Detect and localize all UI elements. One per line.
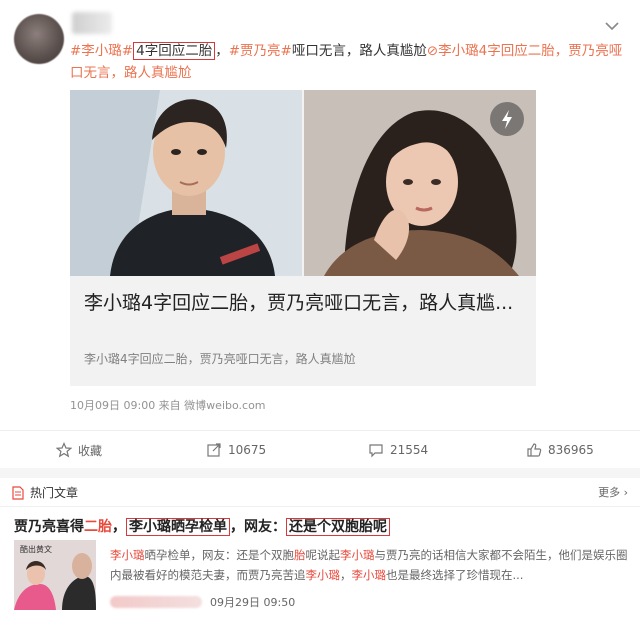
like-count: 836965	[548, 443, 594, 457]
article-title[interactable]: 贾乃亮喜得二胎， 李小璐晒孕检单 ，网友： 还是个双胞胎呢	[14, 516, 390, 536]
post-text: #李小璐# 4字回应二胎 ，#贾乃亮#哑口无言，路人真尴尬⊘李小璐4字回应二胎，贾乃…	[70, 40, 630, 84]
article-date: 09月29日 09:50	[210, 596, 296, 609]
post-meta: 10月09日 09:00 来自 微博weibo.com	[70, 399, 266, 412]
summary-highlight: 李小璐	[110, 548, 145, 562]
username-blurred[interactable]	[72, 12, 112, 34]
comment-button[interactable]: 21554	[368, 431, 428, 469]
link-card-title[interactable]: 李小璐4字回应二胎，贾乃亮哑口无言，路人真尴...	[84, 288, 524, 318]
like-button[interactable]: 836965	[526, 431, 594, 469]
summary-text: ，	[340, 568, 352, 582]
more-link[interactable]: 更多 ›	[598, 484, 628, 500]
repost-icon	[207, 443, 221, 457]
thumbs-up-icon	[527, 443, 542, 457]
repost-button[interactable]: 10675	[206, 431, 266, 469]
repost-count: 10675	[228, 443, 267, 457]
avatar[interactable]	[14, 14, 64, 64]
post-text-comma: ，	[215, 43, 229, 59]
star-icon	[56, 442, 72, 458]
hot-articles-header: 热门文章 更多 ›	[0, 478, 640, 507]
favorite-label: 收藏	[78, 443, 103, 458]
live-photo-icon[interactable]	[490, 102, 524, 136]
summary-text: 呢说起	[305, 548, 341, 562]
weibo-post-card: #李小璐# 4字回应二胎 ，#贾乃亮#哑口无言，路人真尴尬⊘李小璐4字回应二胎，贾乃…	[0, 0, 640, 468]
article-summary: 李小璐晒孕检单，网友：还是个双胞胎呢说起李小璐与贾乃亮的话相信大家都不会陌生，他…	[110, 545, 630, 585]
article-author-blurred[interactable]	[110, 596, 202, 608]
article-title-part: 贾乃亮喜得	[14, 519, 84, 535]
article-title-part: ，	[112, 519, 126, 535]
summary-highlight: 李小璐	[351, 568, 387, 582]
hashtag-li-xiaolu[interactable]: #李小璐#	[70, 43, 133, 59]
summary-highlight: 李小璐	[340, 548, 375, 562]
link-card[interactable]: 李小璐4字回应二胎，贾乃亮哑口无言，路人真尴... 李小璐4字回应二胎，贾乃亮哑…	[70, 90, 536, 386]
woman-photo	[304, 90, 536, 276]
summary-text: 也是最终选择了珍惜现在...	[386, 568, 524, 582]
chevron-down-icon[interactable]	[604, 20, 620, 32]
favorite-button[interactable]: 收藏	[56, 431, 102, 469]
summary-highlight: 胎	[294, 548, 306, 562]
comment-count: 21554	[390, 443, 429, 457]
summary-highlight: 李小璐	[305, 568, 341, 582]
summary-text: 晒孕检单，网友：还是个双胞	[144, 548, 295, 562]
article-meta: 09月29日 09:50	[110, 594, 295, 610]
comment-icon	[369, 444, 383, 458]
article-title-boxed: 李小璐晒孕检单	[126, 518, 230, 536]
thumbnail-caption: 酷出黄文	[20, 544, 52, 554]
article-title-highlight: 二胎	[84, 519, 112, 535]
hashtag-jia-nailiang[interactable]: #贾乃亮#	[229, 43, 292, 59]
link-card-subtitle: 李小璐4字回应二胎，贾乃亮哑口无言，路人真尴尬	[84, 352, 356, 366]
post-text-plain: 哑口无言，路人真尴尬	[291, 43, 427, 59]
hot-articles-section: 热门文章 更多 › 贾乃亮喜得二胎， 李小璐晒孕检单 ，网友： 还是个双胞胎呢 酷出黄…	[0, 478, 640, 632]
article-title-part: ，网友：	[230, 519, 286, 535]
article-thumbnail[interactable]: 酷出黄文	[14, 540, 96, 610]
document-icon	[12, 486, 24, 500]
article-title-boxed-2: 还是个双胞胎呢	[286, 518, 390, 536]
highlight-box-text: 4字回应二胎	[133, 42, 216, 60]
man-photo	[70, 90, 302, 276]
hot-articles-title: 热门文章	[30, 486, 79, 500]
action-bar: 收藏 10675 21554 836965	[0, 430, 640, 469]
